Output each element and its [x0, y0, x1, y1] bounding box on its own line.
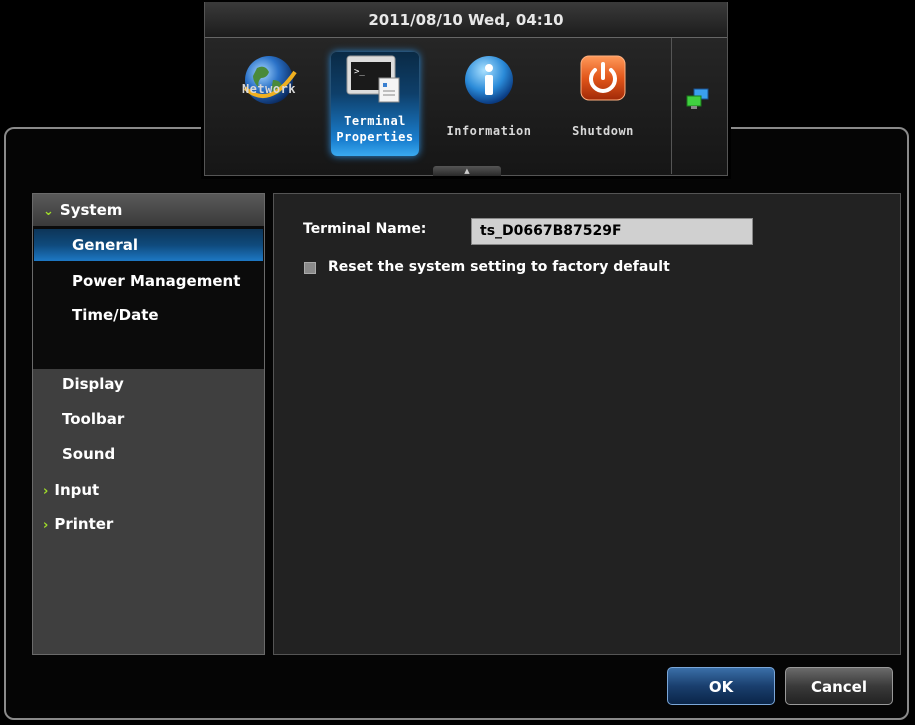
- power-icon: [580, 55, 626, 101]
- sidebar-item-input[interactable]: › Input: [43, 481, 99, 499]
- printer-label: Printer: [54, 515, 114, 533]
- system-label: System: [59, 201, 123, 219]
- chevron-right-icon: ›: [43, 518, 49, 533]
- sidebar: ⌄ System General Power Management Time/Da…: [32, 193, 265, 655]
- toolbar-separator: [671, 38, 672, 174]
- input-label: Input: [54, 481, 100, 499]
- sidebar-item-printer[interactable]: › Printer: [43, 515, 113, 533]
- shutdown-button[interactable]: Shutdown: [557, 46, 649, 156]
- system-group: ⌄ System General Power Management Time/Da…: [33, 194, 264, 369]
- network-label: Network: [241, 82, 297, 96]
- shutdown-label: Shutdown: [572, 124, 634, 138]
- reset-checkbox-label: Reset the system setting to factory defa…: [328, 259, 670, 275]
- top-toolbar: 2011/08/10 Wed, 04:10 Network >_ Termina…: [204, 2, 728, 176]
- sidebar-item-time-date[interactable]: Time/Date: [72, 306, 159, 324]
- chevron-right-icon: ›: [43, 484, 49, 499]
- sidebar-item-system[interactable]: ⌄ System: [33, 194, 264, 226]
- sidebar-item-sound[interactable]: Sound: [62, 445, 115, 463]
- terminal-properties-button[interactable]: >_ Terminal Properties: [329, 46, 421, 156]
- globe-icon: [243, 56, 297, 104]
- sidebar-item-general[interactable]: General: [34, 229, 263, 261]
- reset-checkbox[interactable]: [304, 262, 316, 274]
- terminal-name-field[interactable]: ts_D0667B87529F: [471, 218, 753, 245]
- network-button[interactable]: Network: [223, 46, 315, 156]
- datetime-display: 2011/08/10 Wed, 04:10: [205, 2, 727, 38]
- sidebar-item-toolbar[interactable]: Toolbar: [62, 410, 124, 428]
- terminal-label-line2: Properties: [336, 130, 414, 144]
- sidebar-item-power-management[interactable]: Power Management: [72, 272, 240, 290]
- network-computers-icon[interactable]: [686, 88, 710, 110]
- system-header: ⌄ System: [43, 201, 122, 219]
- terminal-label-line1: Terminal: [344, 114, 406, 128]
- cancel-button[interactable]: Cancel: [785, 667, 893, 705]
- info-icon: [465, 56, 513, 104]
- chevron-down-icon: ⌄: [43, 204, 54, 219]
- main-panel: Terminal Name: ts_D0667B87529F Reset the…: [273, 193, 901, 655]
- information-label: Information: [446, 124, 532, 138]
- terminal-name-label: Terminal Name:: [303, 221, 427, 237]
- ok-button[interactable]: OK: [667, 667, 775, 705]
- collapse-handle[interactable]: ▲: [433, 166, 501, 176]
- svg-text:>_: >_: [354, 67, 365, 77]
- information-button[interactable]: Information: [443, 46, 535, 156]
- terminal-icon: >_: [346, 55, 400, 103]
- sidebar-item-display[interactable]: Display: [62, 375, 124, 393]
